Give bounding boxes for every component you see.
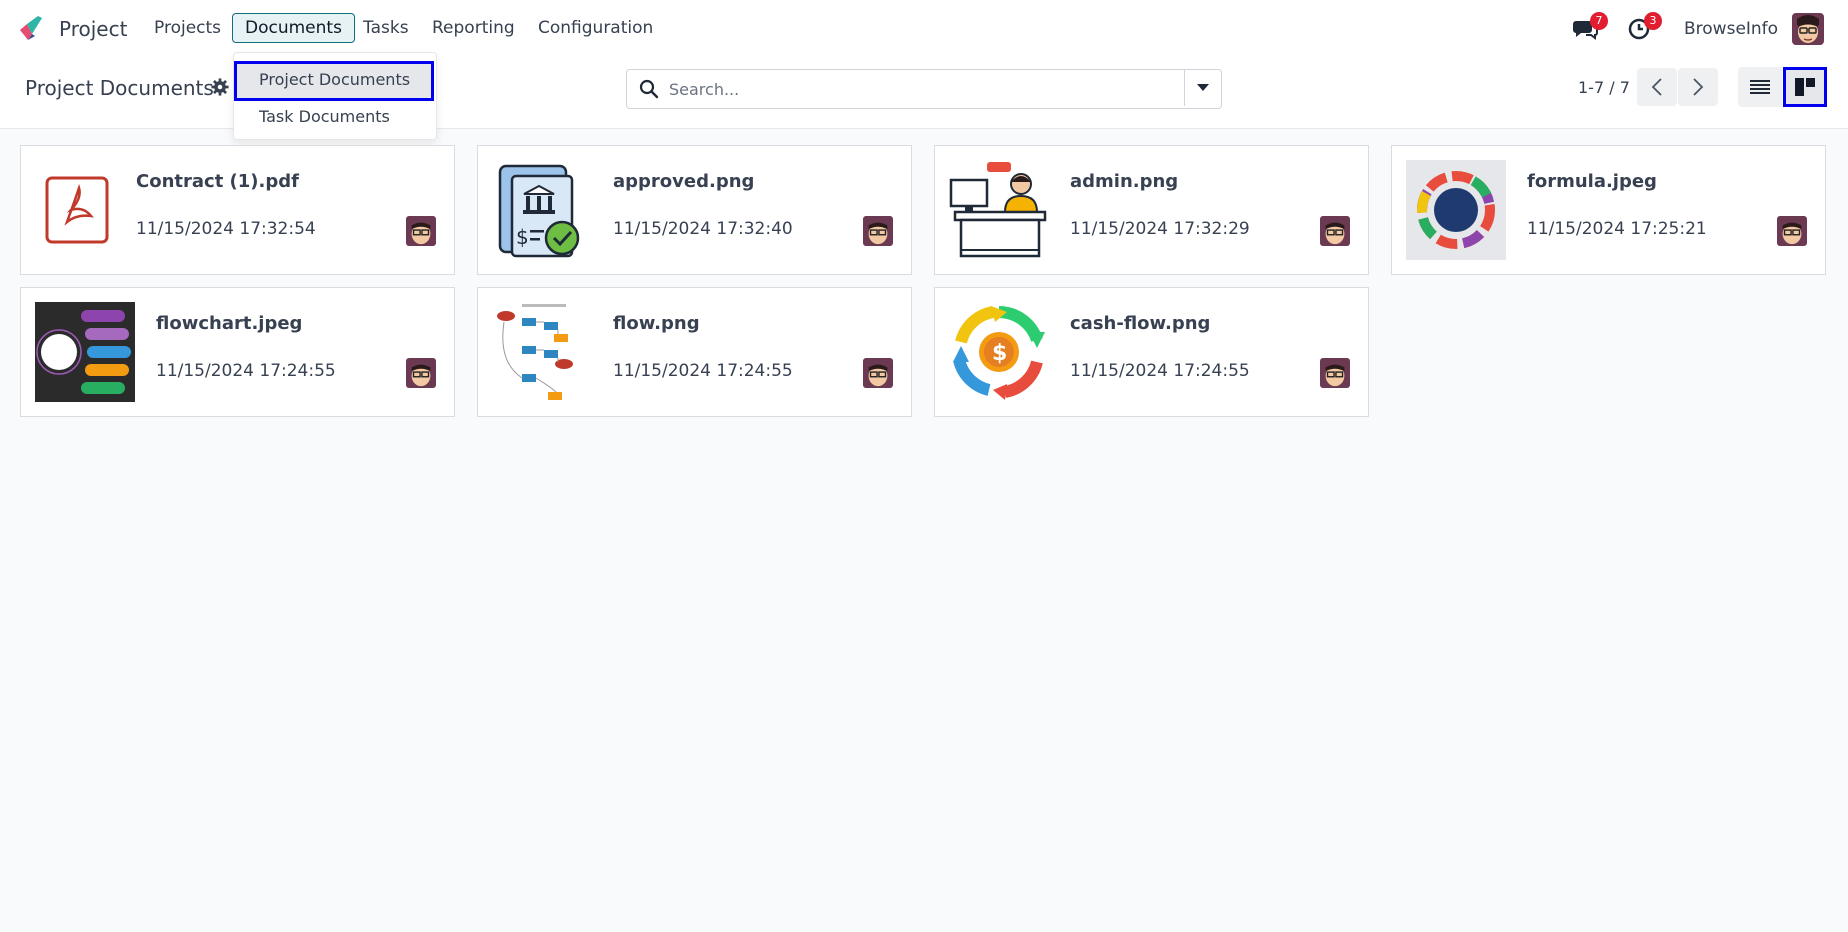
cash-flow-icon: $: [949, 302, 1049, 402]
gear-icon[interactable]: [211, 78, 229, 96]
user-avatar[interactable]: [1792, 13, 1824, 45]
menu-projects[interactable]: Projects: [141, 13, 234, 43]
menu-reporting[interactable]: Reporting: [419, 13, 528, 43]
owner-avatar[interactable]: [863, 358, 893, 388]
flow-diagram-image: [492, 302, 592, 402]
owner-avatar[interactable]: [1320, 216, 1350, 246]
activities-count-badge: 3: [1644, 12, 1662, 30]
project-app-logo-icon[interactable]: [18, 14, 48, 44]
document-date: 11/15/2024 17:25:21: [1527, 219, 1707, 239]
top-navbar: Project Projects Documents Tasks Reporti…: [0, 0, 1848, 58]
document-card[interactable]: formula.jpeg 11/15/2024 17:25:21: [1391, 145, 1826, 275]
research-wheel-image: [1406, 160, 1506, 260]
admin-desk-illustration: [949, 160, 1049, 260]
pager-next-button[interactable]: [1678, 68, 1718, 106]
kanban-view-button[interactable]: [1783, 67, 1827, 107]
owner-avatar[interactable]: [406, 216, 436, 246]
document-date: 11/15/2024 17:24:55: [613, 361, 793, 381]
menu-documents[interactable]: Documents: [232, 13, 355, 43]
document-name: flow.png: [613, 313, 700, 334]
document-name: formula.jpeg: [1527, 171, 1657, 192]
svg-text:$: $: [516, 225, 529, 249]
chevron-right-icon: [1693, 78, 1704, 96]
document-name: admin.png: [1070, 171, 1179, 192]
page-title: Project Documents: [25, 76, 214, 100]
document-card[interactable]: flow.png 11/15/2024 17:24:55: [477, 287, 912, 417]
document-date: 11/15/2024 17:24:55: [1070, 361, 1250, 381]
approved-document-icon: $: [492, 160, 592, 260]
owner-avatar[interactable]: [406, 358, 436, 388]
document-date: 11/15/2024 17:32:40: [613, 219, 793, 239]
messages-count-badge: 7: [1590, 12, 1608, 30]
app-name[interactable]: Project: [59, 17, 127, 41]
menu-tasks[interactable]: Tasks: [350, 13, 422, 43]
document-card[interactable]: flowchart.jpeg 11/15/2024 17:24:55: [20, 287, 455, 417]
search-options-toggle[interactable]: [1184, 70, 1221, 106]
list-view-icon: [1750, 80, 1770, 94]
dropdown-item-task-documents[interactable]: Task Documents: [234, 99, 436, 135]
search-icon: [639, 79, 659, 99]
owner-avatar[interactable]: [863, 216, 893, 246]
kanban-view-icon: [1795, 78, 1815, 96]
owner-avatar[interactable]: [1777, 216, 1807, 246]
document-date: 11/15/2024 17:32:29: [1070, 219, 1250, 239]
flowchart-image: [35, 302, 135, 402]
svg-text:$: $: [992, 341, 1007, 366]
dropdown-item-project-documents[interactable]: Project Documents: [234, 61, 434, 101]
document-name: Contract (1).pdf: [136, 171, 299, 192]
search-box: [626, 69, 1222, 109]
document-card[interactable]: admin.png 11/15/2024 17:32:29: [934, 145, 1369, 275]
pager-value[interactable]: 1-7 / 7: [1578, 78, 1630, 97]
owner-avatar[interactable]: [1320, 358, 1350, 388]
document-name: approved.png: [613, 171, 755, 192]
document-card[interactable]: $ approved.png 11/15/2024 17:32:40: [477, 145, 912, 275]
document-date: 11/15/2024 17:24:55: [156, 361, 336, 381]
document-card[interactable]: $ cash-flow.png 11/15/2024 17:24:55: [934, 287, 1369, 417]
document-name: cash-flow.png: [1070, 313, 1211, 334]
document-card[interactable]: Contract (1).pdf 11/15/2024 17:32:54: [20, 145, 455, 275]
list-view-button[interactable]: [1738, 67, 1782, 107]
user-name[interactable]: BrowseInfo: [1684, 19, 1778, 39]
pdf-icon: [35, 160, 135, 260]
document-date: 11/15/2024 17:32:54: [136, 219, 316, 239]
caret-down-icon: [1197, 84, 1209, 91]
menu-configuration[interactable]: Configuration: [525, 13, 666, 43]
pager-previous-button[interactable]: [1637, 68, 1677, 106]
search-input[interactable]: [667, 70, 1171, 108]
document-name: flowchart.jpeg: [156, 313, 303, 334]
chevron-left-icon: [1651, 78, 1662, 96]
documents-dropdown-menu: Project Documents Task Documents: [233, 52, 437, 140]
